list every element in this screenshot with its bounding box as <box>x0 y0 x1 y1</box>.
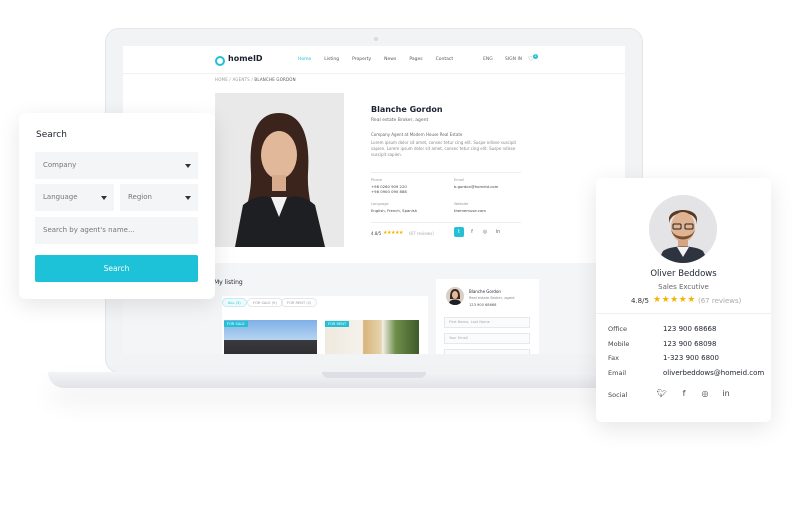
agent-name: Blanche Gordon <box>371 105 443 114</box>
breadcrumb-agents[interactable]: AGENTS <box>232 77 249 82</box>
agent-role: Real estate Broker, agent <box>371 118 429 123</box>
nav-home[interactable]: Home <box>298 57 311 62</box>
listing-title: My listing <box>214 279 243 286</box>
email-label: Email <box>608 369 627 377</box>
phone-label: Phone <box>371 178 383 182</box>
email-value[interactable]: oliverbeddows@homeid.com <box>663 369 764 377</box>
linkedin-icon[interactable]: in <box>718 386 734 402</box>
website-label: Website <box>454 202 469 206</box>
nav-pages[interactable]: Pages <box>409 57 422 62</box>
agent-company: Company Agent at Modern House Real Estat… <box>371 132 463 137</box>
mobile-value: 123 900 68098 <box>663 340 717 348</box>
agent-card-name: Oliver Beddows <box>650 269 717 279</box>
email-value[interactable]: b.gordon@homeid.com <box>454 184 498 189</box>
agent-bio: Lorem ipsum dolor sit amet, consec tetur… <box>371 140 517 157</box>
logo-icon <box>215 56 225 66</box>
phone-field[interactable] <box>444 349 530 354</box>
sign-in-link[interactable]: SIGN IN <box>505 57 522 62</box>
website-value[interactable]: thememuse.com <box>454 208 486 213</box>
twitter-icon[interactable]: t <box>454 227 464 237</box>
breadcrumb: HOME / AGENTS / BLANCHE GORDON <box>215 77 296 82</box>
stage: homeID Home Listing Property News Pages … <box>0 0 809 506</box>
phone-value-2: +98 0900 090 888 <box>371 189 407 194</box>
email-label: Email <box>454 178 464 182</box>
office-label: Office <box>608 325 627 333</box>
search-title: Search <box>36 130 67 140</box>
tab-for-rent[interactable]: FOR RENT (2) <box>281 298 318 307</box>
nav-property[interactable]: Property <box>352 57 371 62</box>
chevron-down-icon <box>101 196 107 200</box>
fax-value: 1-323 900 6800 <box>663 354 719 362</box>
contact-role: Real estate Broker, agent <box>469 296 515 300</box>
nav-listing[interactable]: Listing <box>324 57 339 62</box>
social-label: Social <box>608 391 628 399</box>
breadcrumb-current: BLANCHE GORDON <box>254 77 296 82</box>
name-field[interactable]: First Name, Last Name <box>444 317 530 328</box>
chevron-down-icon <box>185 196 191 200</box>
agent-avatar <box>649 195 717 263</box>
site-header: homeID Home Listing Property News Pages … <box>123 46 625 74</box>
agent-card-role: Sales Excutive <box>658 283 709 291</box>
instagram-icon[interactable]: ◎ <box>480 227 490 237</box>
breadcrumb-home[interactable]: HOME <box>215 77 228 82</box>
agent-card-rating: 4.8/5 <box>631 297 649 305</box>
divider <box>371 222 521 223</box>
tab-all[interactable]: ALL (3) <box>222 298 247 307</box>
avatar <box>446 287 464 305</box>
star-rating-icon: ★★★★★ <box>383 230 403 236</box>
agent-photo <box>215 93 344 247</box>
linkedin-icon[interactable]: in <box>493 227 503 237</box>
search-button[interactable]: Search <box>35 255 198 282</box>
status-badge: FOR SALE <box>224 321 248 327</box>
mobile-label: Mobile <box>608 340 630 348</box>
contact-name: Blanche Gordon <box>469 289 501 294</box>
language-value: English, French, Spanish <box>371 208 418 213</box>
nav-news[interactable]: News <box>384 57 396 62</box>
wishlist-count-badge: 2 <box>533 54 538 59</box>
divider <box>371 172 521 173</box>
agent-search-input[interactable]: Search by agent's name... <box>35 217 198 244</box>
divider <box>596 313 771 314</box>
status-badge: FOR RENT <box>325 321 350 327</box>
twitter-icon[interactable]: 🐦︎ <box>654 386 670 402</box>
fax-label: Fax <box>608 354 619 362</box>
site-logo[interactable]: homeID <box>228 54 263 63</box>
language-label: Language <box>371 202 389 206</box>
facebook-icon[interactable]: f <box>676 386 692 402</box>
agent-rating: 4.8/5 <box>371 231 382 236</box>
office-value: 123 900 68668 <box>663 325 717 333</box>
instagram-icon[interactable]: ◎ <box>697 386 713 402</box>
language-switch[interactable]: ENG <box>483 57 493 62</box>
laptop-camera <box>374 37 378 41</box>
facebook-icon[interactable]: f <box>467 227 477 237</box>
email-field[interactable]: Your Email <box>444 333 530 344</box>
star-rating-icon: ★★★★★ <box>653 295 696 305</box>
agent-reviews[interactable]: (67 reviews) <box>409 231 434 236</box>
nav-contact[interactable]: Contact <box>436 57 454 62</box>
contact-phone: 123 900 68668 <box>469 303 497 307</box>
chevron-down-icon <box>185 164 191 168</box>
agent-card-reviews[interactable]: (67 reviews) <box>698 297 741 305</box>
tab-for-sale[interactable]: FOR SALE (9) <box>247 298 283 307</box>
company-select[interactable]: Company <box>35 152 198 179</box>
laptop-notch <box>322 372 426 378</box>
main-nav: Home Listing Property News Pages Contact <box>298 57 453 62</box>
